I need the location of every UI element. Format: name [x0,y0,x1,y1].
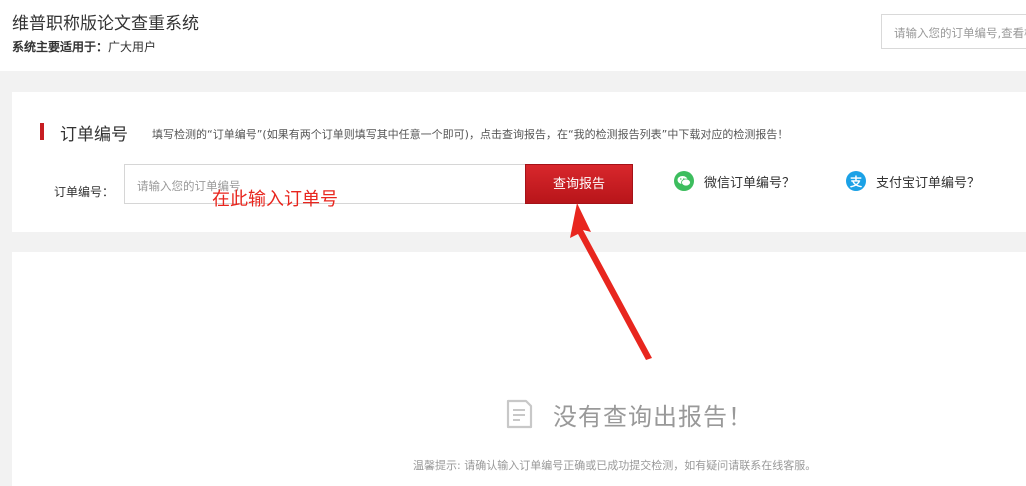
subtitle-value: 广大用户 [108,40,157,54]
order-number-label: 订单编号： [54,185,115,199]
result-area: 没有查询出报告！ 温馨提示: 请确认输入订单编号正确或已成功提交检测，如有疑问请… [12,252,1026,486]
order-panel: 订单编号 填写检测的“订单编号”(如果有两个订单则填写其中任意一个即可)，点击查… [12,92,1026,232]
alipay-icon: 支 [846,171,866,191]
panel-title: 订单编号 [60,125,128,145]
annotation-text: 在此输入订单号 [212,189,338,210]
site-title: 维普职称版论文查重系统 [12,14,199,34]
wechat-order-link[interactable]: 微信订单编号？ [674,171,795,191]
alipay-link-label: 支付宝订单编号？ [876,175,981,191]
tip-text: 温馨提示: 请确认输入订单编号正确或已成功提交检测，如有疑问请联系在线客服。 [413,459,817,472]
document-icon [504,398,534,434]
site-subtitle: 系统主要适用于：广大用户 [12,38,156,55]
title-accent-bar [40,123,44,140]
panel-description: 填写检测的“订单编号”(如果有两个订单则填写其中任意一个即可)，点击查询报告，在… [152,128,789,141]
query-report-button[interactable]: 查询报告 [525,164,633,204]
empty-result-text: 没有查询出报告！ [553,403,753,431]
header: 维普职称版论文查重系统 系统主要适用于：广大用户 请输入您的订单编号,查看检测报… [0,0,1026,71]
subtitle-label: 系统主要适用于： [12,40,109,54]
wechat-icon [674,171,694,191]
alipay-order-link[interactable]: 支 支付宝订单编号？ [846,171,980,191]
wechat-link-label: 微信订单编号？ [704,175,796,191]
top-search-input[interactable]: 请输入您的订单编号,查看检测报告 [881,14,1026,49]
